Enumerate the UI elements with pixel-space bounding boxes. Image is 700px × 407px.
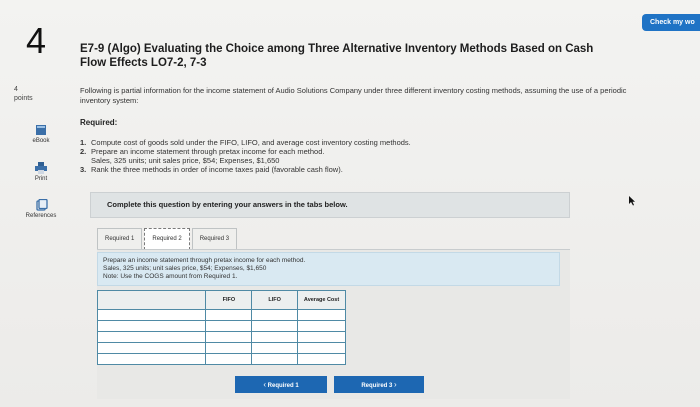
printer-icon <box>35 162 47 174</box>
chevron-left-icon: ‹ <box>263 380 266 389</box>
references-icon <box>36 199 48 211</box>
question-intro: Following is partial information for the… <box>80 86 627 105</box>
requirement-item: 3. Rank the three methods in order of in… <box>80 165 343 174</box>
fifo-input[interactable] <box>205 353 253 365</box>
tab-required-3[interactable]: Required 3 <box>191 228 238 250</box>
lifo-input[interactable] <box>251 320 299 332</box>
print-label: Print <box>34 176 48 182</box>
points-value: 4 <box>14 86 18 93</box>
row-label-input[interactable] <box>96 309 207 321</box>
average-cost-input[interactable] <box>297 320 346 332</box>
lifo-input[interactable] <box>251 331 299 343</box>
references-label: References <box>25 213 57 219</box>
fifo-input[interactable] <box>205 320 253 332</box>
column-header-lifo: LIFO <box>251 290 299 310</box>
column-header <box>96 290 207 310</box>
instruction-panel: Complete this question by entering your … <box>90 192 570 218</box>
requirement-item: 2. Prepare an income statement through p… <box>80 147 325 156</box>
print-tool[interactable]: Print <box>18 162 64 182</box>
requirements-list: 1. Compute cost of goods sold under the … <box>80 138 600 174</box>
average-cost-input[interactable] <box>297 331 346 343</box>
table-row <box>96 309 346 321</box>
page: 4 4 points eBook Print References E7-9 (… <box>0 0 700 407</box>
points-label: points <box>14 95 33 102</box>
ebook-label: eBook <box>32 138 50 144</box>
row-label-input[interactable] <box>96 353 207 365</box>
references-tool[interactable]: References <box>18 199 64 219</box>
question-title: E7-9 (Algo) Evaluating the Choice among … <box>80 43 594 69</box>
table-row <box>96 320 346 332</box>
table-row <box>96 342 346 354</box>
book-icon <box>36 125 46 135</box>
row-label-input[interactable] <box>96 331 207 343</box>
previous-tab-button[interactable]: ‹ Required 1 <box>235 376 327 393</box>
mouse-cursor-icon <box>629 196 635 206</box>
question-number: 4 <box>26 20 47 61</box>
required-heading: Required: <box>80 118 118 127</box>
table-row <box>96 331 346 343</box>
table-header-row: FIFO LIFO Average Cost <box>96 290 346 310</box>
previous-tab-label: Required 1 <box>267 383 299 389</box>
fifo-input[interactable] <box>205 342 253 354</box>
table-row <box>96 353 346 365</box>
average-cost-input[interactable] <box>297 342 346 354</box>
fifo-input[interactable] <box>205 309 253 321</box>
check-my-work-button[interactable]: Check my wo <box>642 14 700 31</box>
lifo-input[interactable] <box>251 353 299 365</box>
fifo-input[interactable] <box>205 331 253 343</box>
instruction-line: Sales, 325 units; unit sales price, $54;… <box>103 265 267 272</box>
lifo-input[interactable] <box>251 342 299 354</box>
tab-bar: Required 1 Required 2 Required 3 <box>97 228 239 250</box>
requirement-subtext: Sales, 325 units; unit sales price, $54;… <box>91 156 280 165</box>
next-tab-button[interactable]: Required 3 › <box>334 376 424 393</box>
average-cost-input[interactable] <box>297 353 346 365</box>
tab-required-2[interactable]: Required 2 <box>144 228 190 250</box>
average-cost-input[interactable] <box>297 309 346 321</box>
column-header-fifo: FIFO <box>205 290 253 310</box>
instruction-line: Prepare an income statement through pret… <box>103 257 306 264</box>
tab-instructions: Prepare an income statement through pret… <box>97 252 560 286</box>
row-label-input[interactable] <box>96 342 207 354</box>
next-tab-label: Required 3 <box>361 383 393 389</box>
income-statement-table: FIFO LIFO Average Cost <box>96 290 346 365</box>
tab-required-1[interactable]: Required 1 <box>97 228 143 250</box>
instruction-note: Note: Use the COGS amount from Required … <box>103 273 238 280</box>
lifo-input[interactable] <box>251 309 299 321</box>
row-label-input[interactable] <box>96 320 207 332</box>
column-header-average-cost: Average Cost <box>297 290 346 310</box>
chevron-right-icon: › <box>394 380 397 389</box>
requirement-item: 1. Compute cost of goods sold under the … <box>80 138 411 147</box>
ebook-tool[interactable]: eBook <box>18 124 64 144</box>
